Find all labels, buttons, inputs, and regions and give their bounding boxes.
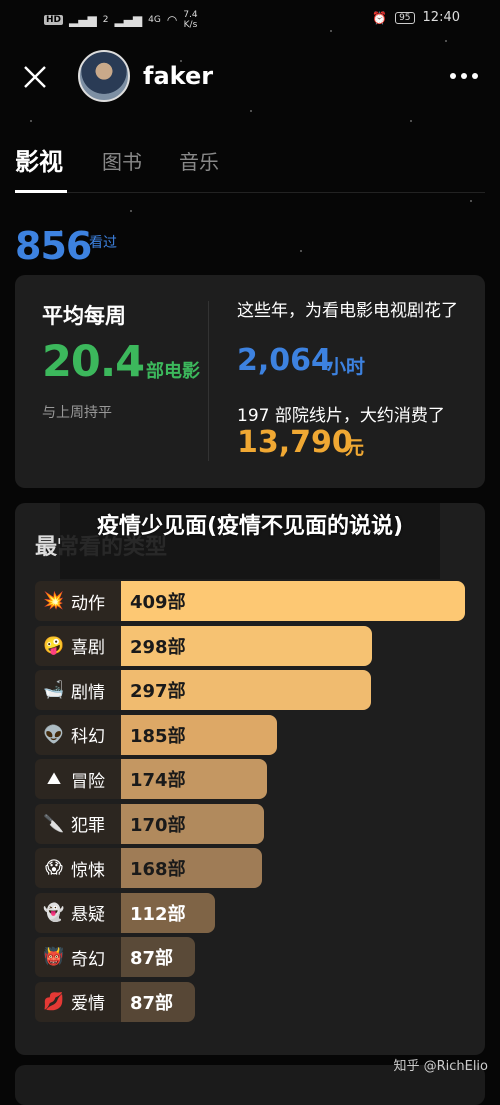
genre-bar: 298部 (121, 625, 372, 666)
genre-emoji-icon: 👽 (43, 724, 65, 745)
genre-emoji-icon: 💋 (43, 991, 65, 1012)
genre-row: 🤪 喜剧 298部 (35, 625, 465, 666)
genre-label: 🤪 喜剧 (35, 625, 121, 666)
status-bar: HD ▂▄▆ 2 ▂▄▆ 4G ◠ 7.4 K/s ⏰ 95 12:40 (0, 0, 500, 38)
genre-emoji-icon: 💥 (43, 591, 65, 611)
hours-unit: 小时 (327, 356, 366, 378)
weekly-unit: 部电影 (146, 361, 200, 382)
tab-books[interactable]: 图书 (102, 146, 142, 175)
genre-emoji-icon: 🛁 (43, 680, 65, 700)
stats-card: 平均每周 20.4 部电影 与上周持平 这些年，为看电影电视剧花了 2,064 … (15, 275, 485, 488)
category-tabs: 影视 图书 音乐 (15, 140, 485, 193)
battery-icon: 95 (395, 11, 415, 24)
watched-label: 看过 (89, 235, 117, 251)
cost-unit: 元 (345, 437, 365, 459)
watched-count: 856 (15, 224, 92, 268)
genre-row: 💥 动作 409部 (35, 581, 465, 621)
genre-label: 💋 爱情 (35, 981, 121, 1022)
weekly-value: 20.4 (42, 337, 145, 387)
caption-overlay: 疫情少见面(疫情不见面的说说) (60, 503, 440, 579)
genre-name: 犯罪 (71, 816, 105, 836)
tab-indicator (15, 190, 67, 193)
genre-row: 👽 科幻 185部 (35, 714, 465, 755)
genre-name: 奇幻 (71, 949, 105, 970)
top-bar: faker (0, 50, 500, 106)
genre-bar: 170部 (121, 803, 264, 844)
genre-bar: 87部 (121, 937, 195, 977)
genre-name: 惊悚 (71, 860, 105, 881)
genre-emoji-icon: ⛰ (46, 769, 62, 789)
genre-row: 🔪 犯罪 170部 (35, 803, 465, 844)
genre-row: 👹 奇幻 87部 (35, 937, 465, 977)
genre-name: 剧情 (71, 682, 105, 703)
genre-emoji-icon: 🤪 (43, 635, 65, 656)
network-type: 4G (148, 15, 161, 25)
sim-indicator: 2 (102, 15, 109, 25)
genre-row: 😱 惊悚 168部 (35, 848, 465, 888)
signal-icon-2: ▂▄▆ (114, 13, 143, 27)
genre-row: 🛁 剧情 297部 (35, 670, 465, 710)
weekly-title: 平均每周 (42, 304, 126, 328)
cinema-text: 197 部院线片，大约消费了 (237, 406, 445, 426)
genre-bar: 87部 (121, 981, 195, 1022)
more-icon[interactable] (448, 64, 480, 88)
watermark: 知乎 @RichElio (393, 1059, 488, 1074)
weekly-compare: 与上周持平 (42, 405, 112, 421)
genre-label: 💥 动作 (35, 581, 121, 621)
watched-summary: 856 看过 (15, 224, 117, 268)
genre-name: 悬疑 (71, 905, 105, 925)
genre-name: 冒险 (71, 771, 105, 792)
genre-name: 爱情 (71, 994, 105, 1014)
genre-emoji-icon: 😱 (45, 858, 63, 878)
tab-music[interactable]: 音乐 (179, 146, 219, 175)
hd-icon: HD (44, 15, 64, 25)
genre-emoji-icon: 🔪 (43, 813, 65, 834)
wifi-icon: ◠ (166, 13, 178, 27)
genre-label: 👽 科幻 (35, 714, 121, 755)
genres-card: 最常看的类型 💥动作409部🤪喜剧298部🛁剧情297部👽科幻185部⛰冒险17… (15, 503, 485, 1055)
genre-name: 动作 (71, 593, 105, 614)
genre-label: 🛁 剧情 (35, 670, 121, 710)
genre-name: 科幻 (71, 727, 105, 747)
genre-emoji-icon: 👹 (43, 947, 65, 967)
genre-row: 💋 爱情 87部 (35, 981, 465, 1022)
genre-bar: 409部 (121, 581, 465, 621)
genre-row: ⛰ 冒险 174部 (35, 759, 465, 799)
genre-bar: 112部 (121, 892, 216, 933)
signal-icon: ▂▄▆ (69, 13, 97, 27)
tab-movies[interactable]: 影视 (15, 142, 63, 177)
alarm-icon: ⏰ (372, 10, 388, 25)
genre-label: 😱 惊悚 (35, 848, 121, 888)
avatar[interactable] (78, 50, 130, 102)
clock: 12:40 (422, 10, 460, 25)
cost-value: 13,790 (237, 425, 353, 460)
genre-bar: 185部 (121, 714, 277, 755)
username: faker (143, 62, 214, 90)
genre-row: 👻 悬疑 112部 (35, 892, 465, 933)
network-speed: 7.4 K/s (183, 10, 198, 30)
close-icon[interactable] (22, 64, 48, 90)
genre-emoji-icon: 👻 (43, 902, 65, 923)
genre-label: 👹 奇幻 (35, 937, 121, 977)
hours-value: 2,064 (237, 343, 332, 378)
genre-bar: 297部 (121, 670, 371, 710)
genre-label: 👻 悬疑 (35, 892, 121, 933)
genre-bar: 168部 (121, 848, 263, 888)
genre-label: ⛰ 冒险 (35, 759, 121, 799)
divider (208, 301, 209, 461)
genre-label: 🔪 犯罪 (35, 803, 121, 844)
genre-bar: 174部 (121, 759, 268, 799)
genre-name: 喜剧 (71, 638, 105, 658)
caption-text: 疫情少见面(疫情不见面的说说) (96, 514, 404, 539)
years-title: 这些年，为看电影电视剧花了 (237, 301, 458, 321)
